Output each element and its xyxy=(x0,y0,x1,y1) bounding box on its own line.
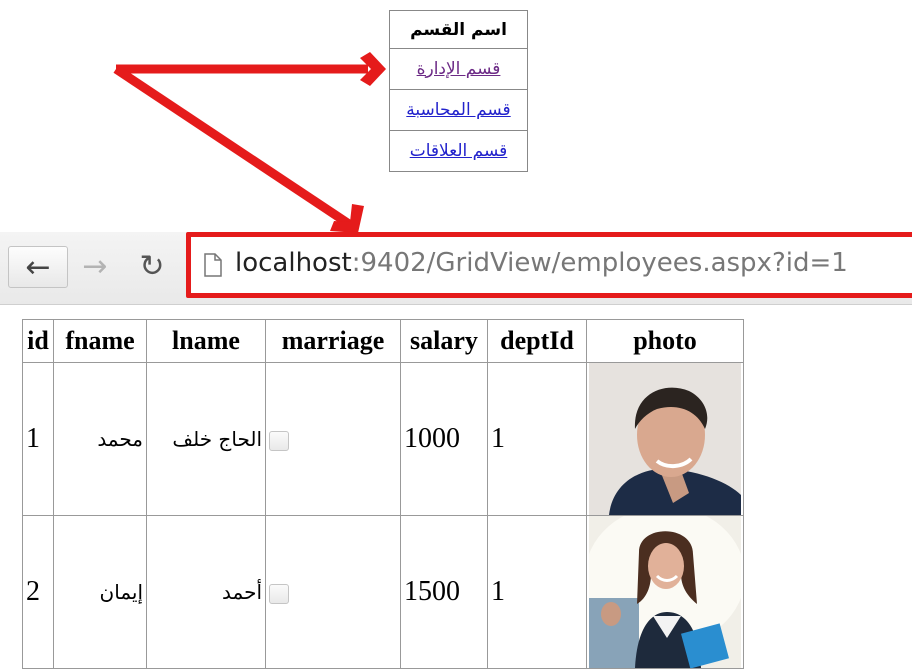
url-host: localhost xyxy=(235,248,352,278)
department-link-admin[interactable]: قسم الإدارة xyxy=(417,59,501,79)
cell-marriage xyxy=(265,515,401,669)
department-header: اسم القسم xyxy=(389,10,528,49)
url-path: :9402/GridView/employees.aspx?id=1 xyxy=(351,248,848,278)
department-row: قسم العلاقات xyxy=(389,130,528,172)
marriage-checkbox[interactable] xyxy=(269,430,289,451)
column-header-salary: salary xyxy=(400,319,488,363)
cell-salary: 1500 xyxy=(400,515,488,669)
department-row: قسم المحاسبة xyxy=(389,89,528,131)
department-cell: قسم الإدارة xyxy=(389,48,528,90)
column-header-fname: fname xyxy=(53,319,147,363)
cell-lname: أحمد xyxy=(146,515,266,669)
back-button[interactable]: ← xyxy=(8,246,68,288)
url-text: localhost:9402/GridView/employees.aspx?i… xyxy=(235,248,848,278)
cell-id: 1 xyxy=(22,362,54,516)
column-header-marriage: marriage xyxy=(265,319,401,363)
department-table: اسم القسم قسم الإدارة قسم المحاسبة قسم ا… xyxy=(389,10,528,172)
arrow-head-url xyxy=(330,204,364,233)
column-header-id: id xyxy=(22,319,54,363)
department-header-row: اسم القسم xyxy=(389,10,528,49)
department-cell: قسم المحاسبة xyxy=(389,89,528,131)
department-cell: قسم العلاقات xyxy=(389,130,528,172)
cell-lname: الحاج خلف xyxy=(146,362,266,516)
employees-grid: id fname lname marriage salary deptId ph… xyxy=(22,319,744,669)
reload-icon: ↻ xyxy=(139,248,165,284)
page-icon xyxy=(204,253,222,277)
cell-deptid: 1 xyxy=(487,515,587,669)
cell-fname: محمد xyxy=(53,362,147,516)
reload-button[interactable]: ↻ xyxy=(132,246,172,286)
employee-photo-man xyxy=(589,363,741,515)
employee-photo-woman xyxy=(589,516,741,668)
cell-marriage xyxy=(265,362,401,516)
marriage-checkbox[interactable] xyxy=(269,583,289,604)
cell-deptid: 1 xyxy=(487,362,587,516)
table-row: 2 إيمان أحمد 1500 1 xyxy=(22,515,744,669)
cell-id: 2 xyxy=(22,515,54,669)
cell-photo xyxy=(586,515,744,669)
department-row: قسم الإدارة xyxy=(389,48,528,90)
column-header-deptid: deptId xyxy=(487,319,587,363)
browser-toolbar: ← → ↻ localhost:9402/GridView/employees.… xyxy=(0,232,912,305)
arrow-to-url xyxy=(113,65,355,230)
column-header-photo: photo xyxy=(586,319,744,363)
cell-photo xyxy=(586,362,744,516)
department-link-relations[interactable]: قسم العلاقات xyxy=(410,141,508,161)
arrow-head-link xyxy=(360,52,386,86)
department-link-accounting[interactable]: قسم المحاسبة xyxy=(406,100,510,120)
column-header-lname: lname xyxy=(146,319,266,363)
grid-header-row: id fname lname marriage salary deptId ph… xyxy=(22,319,744,363)
table-row: 1 محمد الحاج خلف 1000 1 xyxy=(22,362,744,516)
cell-fname: إيمان xyxy=(53,515,147,669)
arrow-left-icon: ← xyxy=(25,249,51,285)
cell-salary: 1000 xyxy=(400,362,488,516)
arrow-right-icon: → xyxy=(82,248,108,284)
address-bar[interactable]: localhost:9402/GridView/employees.aspx?i… xyxy=(186,232,912,298)
forward-button[interactable]: → xyxy=(74,246,116,286)
